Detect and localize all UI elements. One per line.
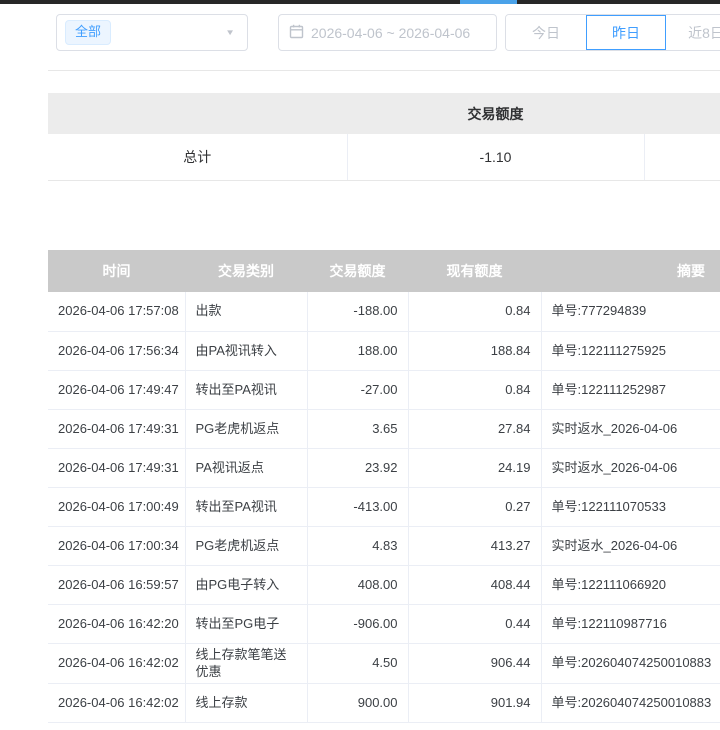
table-row: 2026-04-06 17:49:47转出至PA视讯-27.000.84单号:1…: [48, 370, 720, 409]
table-row: 2026-04-06 16:42:02线上存款900.00901.94单号:20…: [48, 683, 720, 722]
cell-amount: -27.00: [307, 370, 408, 409]
cell-balance: 0.84: [408, 370, 541, 409]
cell-summary: 单号:122111275925: [541, 331, 720, 370]
table-row: 2026-04-06 17:00:49转出至PA视讯-413.000.27单号:…: [48, 487, 720, 526]
cell-amount: 900.00: [307, 683, 408, 722]
cell-balance: 413.27: [408, 526, 541, 565]
table-row: 2026-04-06 17:56:34由PA视讯转入188.00188.84单号…: [48, 331, 720, 370]
cell-type: 转出至PG电子: [185, 604, 307, 643]
cell-summary: 单号:777294839: [541, 292, 720, 331]
category-select[interactable]: 全部 ▼: [56, 14, 248, 51]
cell-amount: -413.00: [307, 487, 408, 526]
summary-header-row: 交易额度: [48, 93, 720, 134]
table-row: 2026-04-06 16:59:57由PG电子转入408.00408.44单号…: [48, 565, 720, 604]
cell-type: 由PA视讯转入: [185, 331, 307, 370]
cell-summary: 单号:122110987716: [541, 604, 720, 643]
cell-type: PA视讯返点: [185, 448, 307, 487]
cell-amount: 4.50: [307, 643, 408, 683]
cell-amount: -188.00: [307, 292, 408, 331]
cell-summary: 单号:122111070533: [541, 487, 720, 526]
summary-total-label: 总计: [48, 134, 347, 181]
cell-type: PG老虎机返点: [185, 526, 307, 565]
table-row: 2026-04-06 17:49:31PA视讯返点23.9224.19实时返水_…: [48, 448, 720, 487]
last-8-days-button[interactable]: 近8日: [666, 15, 720, 50]
summary-total-value: -1.10: [347, 134, 644, 181]
cell-type: 线上存款笔笔送优惠: [185, 643, 307, 683]
cell-time: 2026-04-06 17:49:31: [48, 409, 185, 448]
summary-total-row: 总计 -1.10: [48, 134, 720, 181]
cell-balance: 188.84: [408, 331, 541, 370]
table-row: 2026-04-06 16:42:02线上存款笔笔送优惠4.50906.44单号…: [48, 643, 720, 683]
cell-type: 由PG电子转入: [185, 565, 307, 604]
cell-time: 2026-04-06 17:49:31: [48, 448, 185, 487]
cell-time: 2026-04-06 17:00:49: [48, 487, 185, 526]
summary-header-empty: [48, 93, 347, 134]
table-row: 2026-04-06 17:00:34PG老虎机返点4.83413.27实时返水…: [48, 526, 720, 565]
column-header-type: 交易类别: [185, 250, 307, 292]
cell-summary: 单号:202604074250010883: [541, 643, 720, 683]
cell-amount: 408.00: [307, 565, 408, 604]
quick-range-buttons: 今日 昨日 近8日: [505, 14, 720, 51]
cell-time: 2026-04-06 17:56:34: [48, 331, 185, 370]
cell-time: 2026-04-06 16:42:20: [48, 604, 185, 643]
column-header-summary: 摘要: [541, 250, 720, 292]
table-row: 2026-04-06 17:57:08出款-188.000.84单号:77729…: [48, 292, 720, 331]
cell-summary: 实时返水_2026-04-06: [541, 409, 720, 448]
yesterday-button[interactable]: 昨日: [586, 15, 666, 50]
transactions-table-body: 2026-04-06 17:57:08出款-188.000.84单号:77729…: [48, 292, 720, 722]
transactions-header-row: 时间 交易类别 交易额度 现有额度 摘要: [48, 250, 720, 292]
cell-balance: 906.44: [408, 643, 541, 683]
date-range-value: 2026-04-06 ~ 2026-04-06: [311, 25, 470, 41]
cell-summary: 单号:122111252987: [541, 370, 720, 409]
table-row: 2026-04-06 17:49:31PG老虎机返点3.6527.84实时返水_…: [48, 409, 720, 448]
cell-summary: 单号:122111066920: [541, 565, 720, 604]
cell-amount: 3.65: [307, 409, 408, 448]
cell-amount: -906.00: [307, 604, 408, 643]
cell-type: PG老虎机返点: [185, 409, 307, 448]
cell-balance: 408.44: [408, 565, 541, 604]
section-divider: [48, 70, 720, 71]
cell-type: 转出至PA视讯: [185, 487, 307, 526]
cell-summary: 实时返水_2026-04-06: [541, 526, 720, 565]
cell-time: 2026-04-06 17:57:08: [48, 292, 185, 331]
summary-header-empty: [644, 93, 720, 134]
column-header-balance: 现有额度: [408, 250, 541, 292]
top-scrollbar-track: [0, 0, 720, 4]
cell-type: 出款: [185, 292, 307, 331]
selected-category-tag[interactable]: 全部: [65, 20, 111, 45]
summary-header-amount: 交易额度: [347, 93, 644, 134]
cell-type: 转出至PA视讯: [185, 370, 307, 409]
summary-empty-cell: [644, 134, 720, 181]
cell-summary: 单号:202604074250010883: [541, 683, 720, 722]
cell-type: 线上存款: [185, 683, 307, 722]
cell-time: 2026-04-06 16:42:02: [48, 643, 185, 683]
today-button[interactable]: 今日: [506, 15, 586, 50]
cell-balance: 24.19: [408, 448, 541, 487]
cell-balance: 0.44: [408, 604, 541, 643]
cell-time: 2026-04-06 17:00:34: [48, 526, 185, 565]
cell-time: 2026-04-06 16:42:02: [48, 683, 185, 722]
top-scrollbar-thumb[interactable]: [460, 0, 517, 4]
chevron-down-icon: ▼: [225, 28, 235, 37]
cell-time: 2026-04-06 17:49:47: [48, 370, 185, 409]
cell-balance: 901.94: [408, 683, 541, 722]
cell-time: 2026-04-06 16:59:57: [48, 565, 185, 604]
calendar-icon: [289, 24, 304, 42]
cell-amount: 188.00: [307, 331, 408, 370]
cell-amount: 23.92: [307, 448, 408, 487]
cell-summary: 实时返水_2026-04-06: [541, 448, 720, 487]
summary-table: 交易额度 总计 -1.10: [48, 93, 720, 181]
cell-balance: 0.27: [408, 487, 541, 526]
transactions-table: 时间 交易类别 交易额度 现有额度 摘要 2026-04-06 17:57:08…: [48, 250, 720, 723]
cell-balance: 27.84: [408, 409, 541, 448]
table-row: 2026-04-06 16:42:20转出至PG电子-906.000.44单号:…: [48, 604, 720, 643]
cell-amount: 4.83: [307, 526, 408, 565]
column-header-amount: 交易额度: [307, 250, 408, 292]
column-header-time: 时间: [48, 250, 185, 292]
date-range-picker[interactable]: 2026-04-06 ~ 2026-04-06: [278, 14, 497, 51]
cell-balance: 0.84: [408, 292, 541, 331]
